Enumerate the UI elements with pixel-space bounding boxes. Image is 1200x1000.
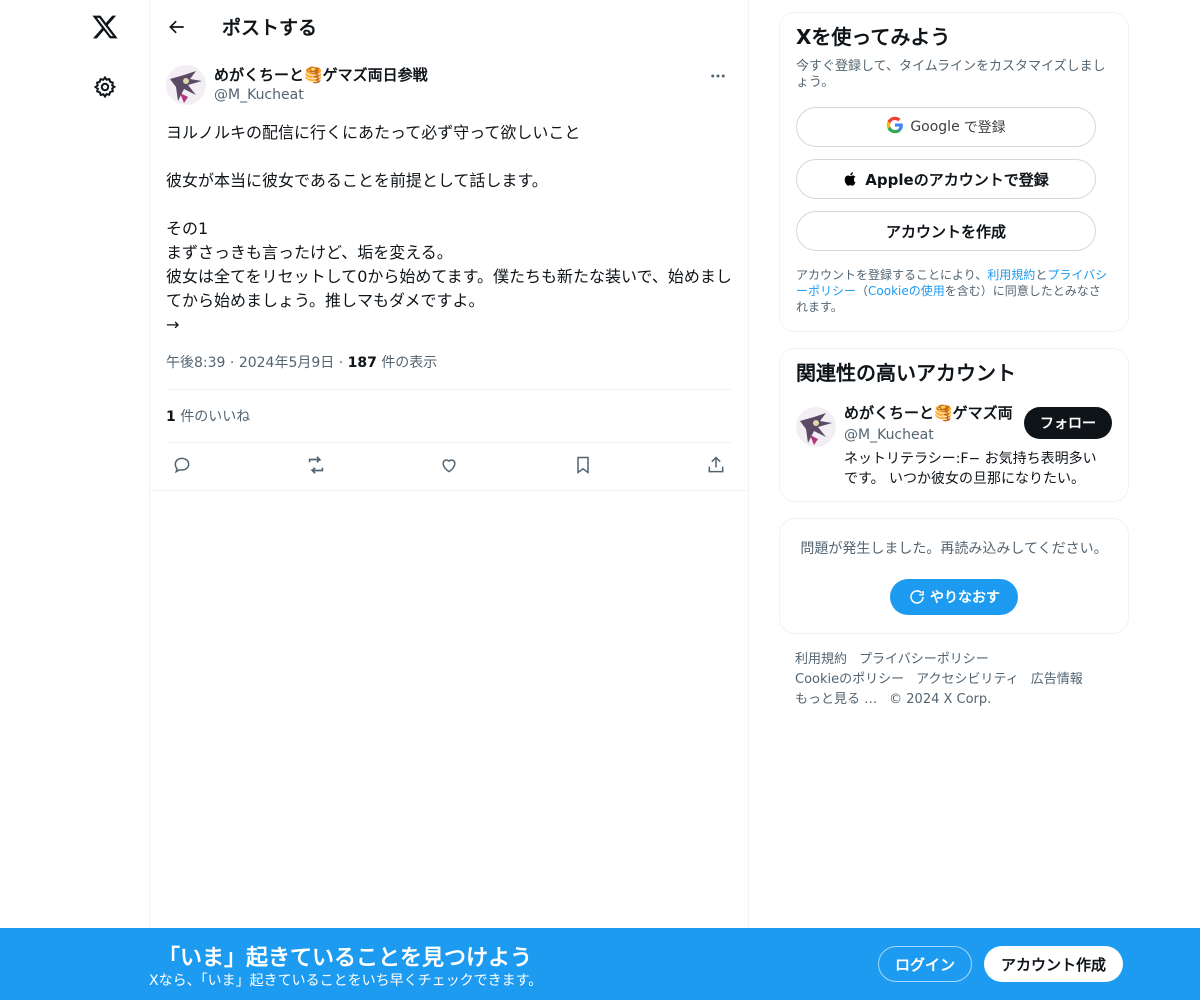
follow-button[interactable]: フォロー (1024, 407, 1112, 439)
related-account-name[interactable]: めがくちーと🥞ゲマズ両日参戦 (844, 403, 1014, 423)
footer-more[interactable]: もっと見る … (795, 692, 877, 707)
post-time[interactable]: 午後8:39 (166, 355, 225, 371)
apple-icon (843, 170, 859, 188)
footer-accessibility[interactable]: アクセシビリティ (916, 672, 1019, 687)
author-text: めがくちーと🥞ゲマズ両日参戦 @M_Kucheat (214, 65, 428, 105)
avatar[interactable] (166, 65, 206, 105)
right-sidebar: Xを使ってみよう 今すぐ登録して、タイムラインをカスタマイズしましょう。 Goo… (779, 12, 1129, 710)
likes-count: 1 (166, 409, 176, 425)
terms-link[interactable]: 利用規約 (987, 268, 1035, 282)
post-meta: 午後8:39 · 2024年5月9日 · 187 件の表示 (166, 353, 732, 390)
related-account-handle[interactable]: @M_Kucheat (844, 425, 1014, 445)
signup-card: Xを使ってみよう 今すぐ登録して、タイムラインをカスタマイズしましょう。 Goo… (779, 12, 1129, 332)
bookmark-icon[interactable] (571, 453, 595, 477)
google-icon (886, 116, 904, 138)
header-bar: ポストする (150, 0, 748, 53)
more-options-icon[interactable] (704, 65, 732, 87)
footer-ads[interactable]: 広告情報 (1031, 672, 1083, 687)
signup-button[interactable]: アカウント作成 (984, 946, 1123, 982)
cookie-link[interactable]: Cookieの使用 (868, 284, 945, 298)
related-account-info: めがくちーと🥞ゲマズ両日参戦 @M_Kucheat ネットリテラシー:F− お気… (844, 403, 1097, 489)
retry-label: やりなおす (930, 590, 1000, 606)
meta-separator: · (338, 355, 348, 371)
post-actions (150, 443, 748, 491)
views-label: 件の表示 (381, 355, 438, 371)
signup-terms: アカウントを登録することにより、利用規約とプライバシーポリシー（Cookieの使… (796, 267, 1112, 315)
retweet-icon[interactable] (304, 453, 328, 477)
google-brand: Google (910, 119, 960, 135)
terms-and: と (1035, 268, 1048, 282)
apple-label: Appleのアカウントで登録 (865, 170, 1049, 189)
signup-subtitle: 今すぐ登録して、タイムラインをカスタマイズしましょう。 (796, 59, 1106, 90)
post-author: めがくちーと🥞ゲマズ両日参戦 @M_Kucheat (166, 65, 732, 105)
page-title: ポストする (222, 17, 318, 39)
reply-icon[interactable] (170, 453, 194, 477)
footer-privacy[interactable]: プライバシーポリシー (859, 652, 989, 667)
bottom-bar-subtitle: Xなら、「いま」起きていることをいち早くチェックできます。 (149, 973, 543, 989)
footer-terms[interactable]: 利用規約 (795, 652, 847, 667)
related-accounts-card: 関連性の高いアカウント めがくちーと🥞ゲマズ両日参戦 @M_Kucheat ネッ… (779, 348, 1129, 502)
likes-label: 件のいいね (180, 409, 251, 425)
share-icon[interactable] (704, 453, 728, 477)
create-account-button[interactable]: アカウントを作成 (796, 211, 1096, 251)
related-account-row[interactable]: めがくちーと🥞ゲマズ両日参戦 @M_Kucheat ネットリテラシー:F− お気… (796, 403, 1112, 489)
post: めがくちーと🥞ゲマズ両日参戦 @M_Kucheat ヨルノルキの配信に行くにあた… (150, 65, 748, 491)
terms-prefix: アカウントを登録することにより、 (796, 268, 988, 282)
footer-row: もっと見る … © 2024 X Corp. (795, 690, 1113, 710)
post-text: ヨルノルキの配信に行くにあたって必ず守って欲しいこと 彼女が本当に彼女であること… (166, 123, 732, 334)
author-display-name[interactable]: めがくちーと🥞ゲマズ両日参戦 (214, 65, 428, 85)
retry-button[interactable]: やりなおす (890, 579, 1018, 615)
related-account-bio: ネットリテラシー:F− お気持ち表明多いです。 いつか彼女の旦那になりたい。 (844, 451, 1097, 487)
bottom-signup-bar: 「いま」起きていることを見つけよう Xなら、「いま」起きていることをいち早くチェ… (0, 928, 1200, 1000)
signup-title: Xを使ってみよう (796, 25, 951, 49)
meta-separator: · (229, 355, 239, 371)
post-date[interactable]: 2024年5月9日 (239, 355, 334, 371)
left-nav (0, 0, 150, 1000)
related-title: 関連性の高いアカウント (796, 361, 1016, 385)
bottom-bar-title: 「いま」起きていることを見つけよう (158, 946, 533, 971)
footer-cookie[interactable]: Cookieのポリシー (795, 672, 904, 687)
error-card: 問題が発生しました。再読み込みしてください。 やりなおす (779, 518, 1129, 634)
x-logo-icon[interactable] (88, 10, 122, 44)
likes-row[interactable]: 1 件のいいね (166, 390, 732, 443)
footer-links: 利用規約 プライバシーポリシー Cookieのポリシー アクセシビリティ 広告情報 も… (779, 650, 1129, 710)
footer-copyright: © 2024 X Corp. (889, 692, 992, 707)
footer-row: Cookieのポリシー アクセシビリティ 広告情報 (795, 670, 1113, 690)
like-icon[interactable] (437, 453, 461, 477)
author-handle[interactable]: @M_Kucheat (214, 85, 428, 105)
footer-row: 利用規約 プライバシーポリシー (795, 650, 1113, 670)
refresh-icon (910, 590, 924, 604)
arrow-left-icon[interactable] (150, 0, 204, 53)
views-count: 187 (347, 355, 377, 371)
gear-icon[interactable] (90, 72, 120, 102)
google-signup-button[interactable]: Google で登録 (796, 107, 1096, 147)
error-message: 問題が発生しました。再読み込みしてください。 (800, 541, 1108, 557)
terms-mid: （ (856, 284, 869, 298)
avatar[interactable] (796, 407, 836, 447)
main-column: ポストする めがくちーと🥞ゲマズ両日参戦 @M_Kucheat ヨルノルキの配信… (149, 0, 749, 1000)
login-button[interactable]: ログイン (878, 946, 972, 982)
google-label: で登録 (963, 120, 1006, 136)
apple-signup-button[interactable]: Appleのアカウントで登録 (796, 159, 1096, 199)
